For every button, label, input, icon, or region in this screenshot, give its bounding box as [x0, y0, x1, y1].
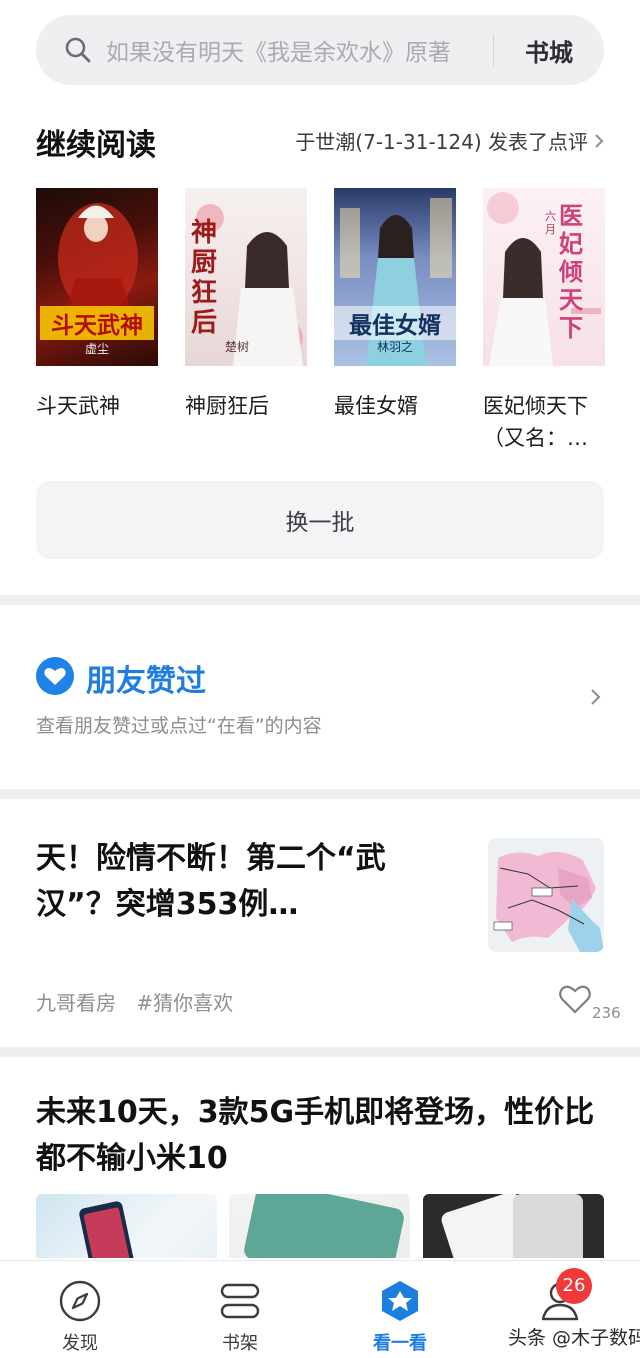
- section-separator: [0, 595, 640, 605]
- search-bar[interactable]: 如果没有明天《我是余欢水》原著 书城: [36, 15, 604, 85]
- shuffle-button[interactable]: 换一批: [36, 481, 604, 559]
- like-count: 236: [592, 1004, 621, 1022]
- book-cover-title: 医妃倾天下: [559, 202, 583, 342]
- book-cover-author: 楚树: [225, 340, 250, 354]
- notification-badge: 26: [556, 1268, 592, 1304]
- book-item[interactable]: 神厨狂后 楚树 神厨狂后: [185, 188, 307, 422]
- review-notice-link[interactable]: 于世潮(7-1-31-124) 发表了点评: [295, 126, 604, 155]
- book-title[interactable]: 神厨狂后: [185, 390, 307, 422]
- article-image[interactable]: [36, 1194, 217, 1258]
- article-thumbnail-map[interactable]: [488, 838, 604, 952]
- bookstore-button[interactable]: 书城: [494, 33, 604, 68]
- book-cover-title: 神厨狂后: [191, 218, 218, 338]
- nav-discover[interactable]: 发现: [0, 1261, 160, 1358]
- nav-bookshelf[interactable]: 书架: [160, 1261, 320, 1358]
- book-item[interactable]: 斗天武神 虚尘 斗天武神: [36, 188, 158, 422]
- search-icon: [64, 36, 92, 64]
- article-tag[interactable]: #猜你喜欢: [136, 991, 233, 1015]
- search-input[interactable]: 如果没有明天《我是余欢水》原著: [106, 33, 493, 67]
- article-image-row[interactable]: [36, 1194, 604, 1258]
- book-title[interactable]: 医妃倾天下（又名：…: [483, 390, 605, 454]
- book-item[interactable]: 最佳女婿 林羽之 最佳女婿: [334, 188, 456, 422]
- book-list: 斗天武神 虚尘 斗天武神 神厨狂后 楚树 神厨狂后 最佳女婿 林羽之 最佳女婿 …: [36, 188, 605, 458]
- book-cover-title: 最佳女婿: [334, 306, 456, 340]
- chevron-right-icon[interactable]: [590, 688, 602, 706]
- nav-wow[interactable]: 看一看: [320, 1261, 480, 1358]
- article-title[interactable]: 天！险情不断！第二个“武汉”？突增353例…: [36, 836, 456, 928]
- article-source[interactable]: 九哥看房: [36, 991, 116, 1015]
- book-cover[interactable]: 最佳女婿 林羽之: [334, 188, 456, 366]
- review-notice-text: 于世潮(7-1-31-124) 发表了点评: [295, 130, 588, 154]
- article-image[interactable]: [423, 1194, 604, 1258]
- friends-liked-subtitle: 查看朋友赞过或点过“在看”的内容: [36, 715, 322, 737]
- watermark: 头条 @木子数码: [508, 1327, 640, 1349]
- compass-icon: [59, 1280, 101, 1322]
- book-cover-title: 斗天武神: [51, 313, 143, 339]
- nav-label: 发现: [62, 1333, 98, 1354]
- article-meta: 九哥看房 #猜你喜欢: [36, 987, 233, 1016]
- nav-label: 看一看: [373, 1333, 427, 1354]
- nav-label: 书架: [222, 1333, 258, 1354]
- book-item[interactable]: 医妃倾天下 六月 医妃倾天下（又名：…: [483, 188, 605, 454]
- book-cover-author: 六月: [545, 210, 556, 236]
- book-cover-author: 虚尘: [84, 342, 109, 356]
- wow-icon: [382, 1281, 418, 1321]
- section-separator: [0, 1047, 640, 1057]
- book-cover-author: 林羽之: [376, 340, 413, 354]
- book-title[interactable]: 斗天武神: [36, 390, 158, 422]
- book-title[interactable]: 最佳女婿: [334, 390, 456, 422]
- section-separator: [0, 789, 640, 799]
- friends-liked-title[interactable]: 朋友赞过: [86, 656, 206, 700]
- book-cover[interactable]: 神厨狂后 楚树: [185, 188, 307, 366]
- bookshelf-icon: [220, 1283, 260, 1319]
- continue-reading-title: 继续阅读: [36, 128, 156, 163]
- heart-icon: [36, 657, 74, 695]
- book-cover[interactable]: 斗天武神 虚尘: [36, 188, 158, 366]
- book-cover[interactable]: 医妃倾天下 六月: [483, 188, 605, 366]
- chevron-right-icon: [595, 133, 604, 148]
- article-image[interactable]: [229, 1194, 410, 1258]
- article-title[interactable]: 未来10天，3款5G手机即将登场，性价比都不输小米10: [36, 1090, 604, 1182]
- like-heart-icon[interactable]: [558, 983, 592, 1015]
